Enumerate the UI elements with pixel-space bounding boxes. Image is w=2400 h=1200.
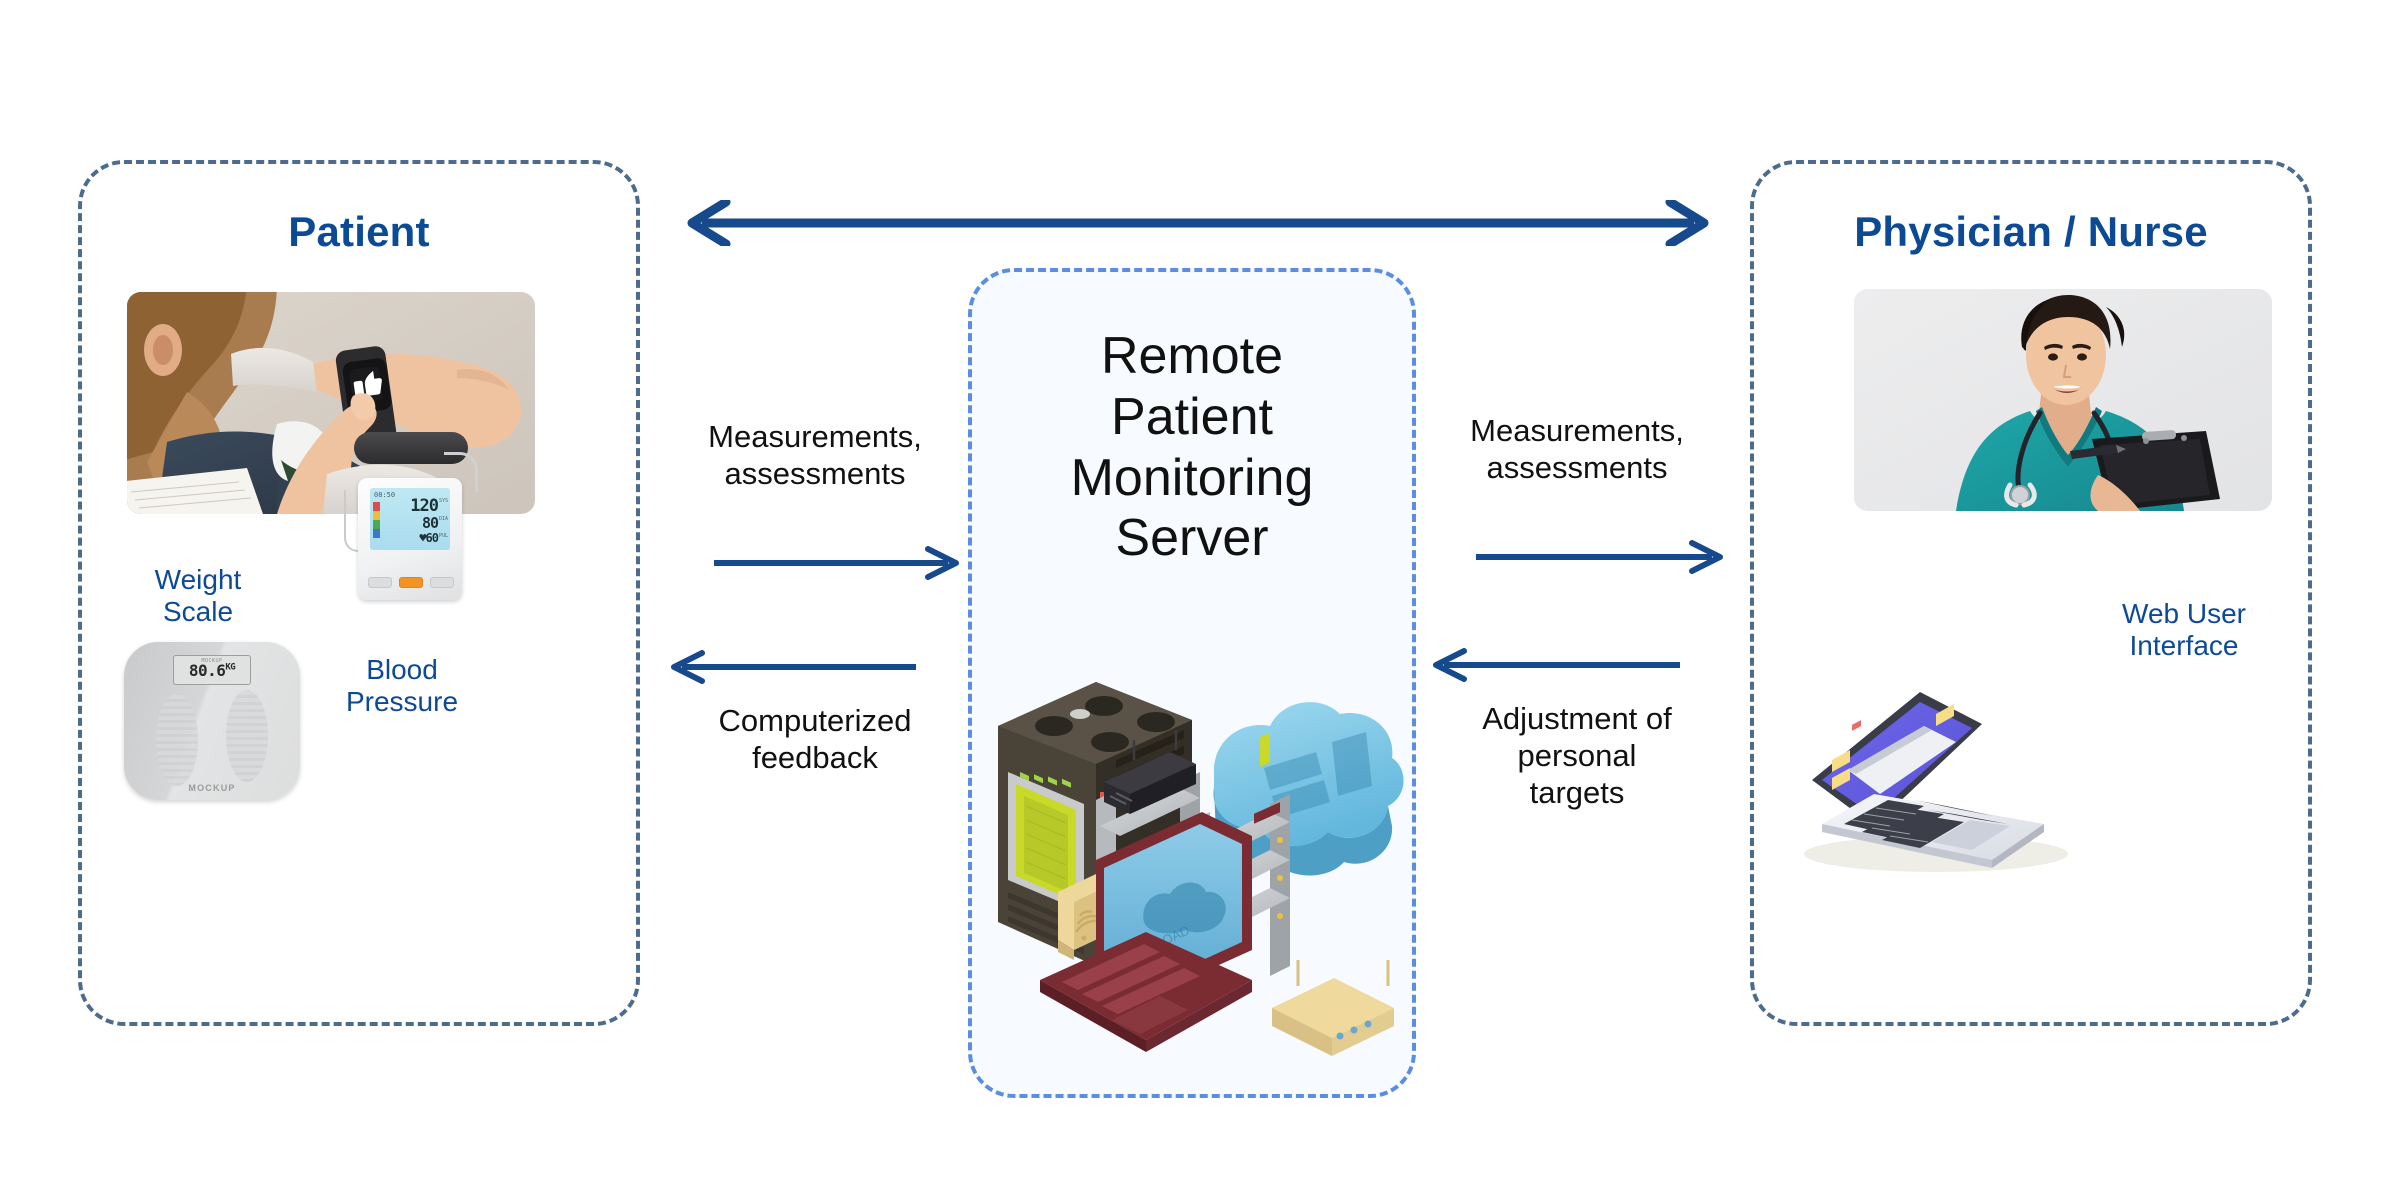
bp-diastolic: 80 [421,514,439,532]
bp-pul-unit: PUL [438,533,448,539]
scale-display: MOCKUP 80.6KG [173,655,251,685]
flow-label-measurements-left: Measurements, assessments [708,419,922,492]
panel-title-patient: Patient [288,208,430,255]
laptop-icon [1786,674,2086,874]
scale-brand-text: MOCKUP [188,783,236,793]
flow-label-adjustment-targets: Adjustment of personal targets [1482,701,1672,811]
panel-patient: Patient Weight Scale MOCKUP 80.6KG MOCKU… [78,160,640,1026]
bp-buttons [368,577,454,588]
weight-scale-label: Weight Scale [154,564,242,628]
scale-footprint-left [156,694,198,786]
double-headed-arrow-icon [680,197,1716,249]
isometric-server-cloud-network-icon: UPLOAD [984,664,1408,1078]
panel-remote-patient-monitoring-server: Remote Patient Monitoring Server [968,268,1416,1098]
flow-label-measurements-right: Measurements, assessments [1470,413,1684,486]
panel-physician-nurse: Physician / Nurse Web User Interface [1750,160,2312,1026]
bp-systolic: 120 [410,496,439,516]
center-panel-title: Remote Patient Monitoring Server [1070,327,1314,568]
arrow-left-icon-right-group [1433,648,1680,682]
weight-scale-icon: MOCKUP 80.6KG MOCKUP [124,642,300,800]
bp-button-left[interactable] [368,577,392,588]
scale-footprint-right [226,690,268,782]
bp-screen: 08:50 120 80 ♥60 SYS DIA PUL [370,488,450,550]
web-user-interface-label: Web User Interface [2122,598,2246,662]
bp-pulse: ♥60 [419,531,439,545]
network-router [1272,960,1394,1056]
panel-title-physician-nurse: Physician / Nurse [1854,208,2208,255]
blood-pressure-label: Blood Pressure [345,654,459,718]
blood-pressure-monitor-icon: 08:50 120 80 ♥60 SYS DIA PUL [340,432,478,612]
flow-label-computerized-feedback: Computerized feedback [718,703,912,776]
nurse-photo [1854,289,2272,511]
bp-button-start[interactable] [399,577,423,588]
arrow-left-icon-left-group [671,650,916,684]
nurse-photo-image [1854,289,2272,511]
arrow-right-icon-left-group [714,546,959,580]
diagram-canvas: Patient Weight Scale MOCKUP 80.6KG MOCKU… [0,0,2400,1200]
bp-button-right[interactable] [430,577,454,588]
bp-sys-unit: SYS [438,498,448,504]
arrow-right-icon-right-group [1476,540,1723,574]
bp-dia-unit: DIA [438,516,448,522]
bp-level-bars [373,502,380,538]
bp-body: 08:50 120 80 ♥60 SYS DIA PUL [358,478,462,600]
